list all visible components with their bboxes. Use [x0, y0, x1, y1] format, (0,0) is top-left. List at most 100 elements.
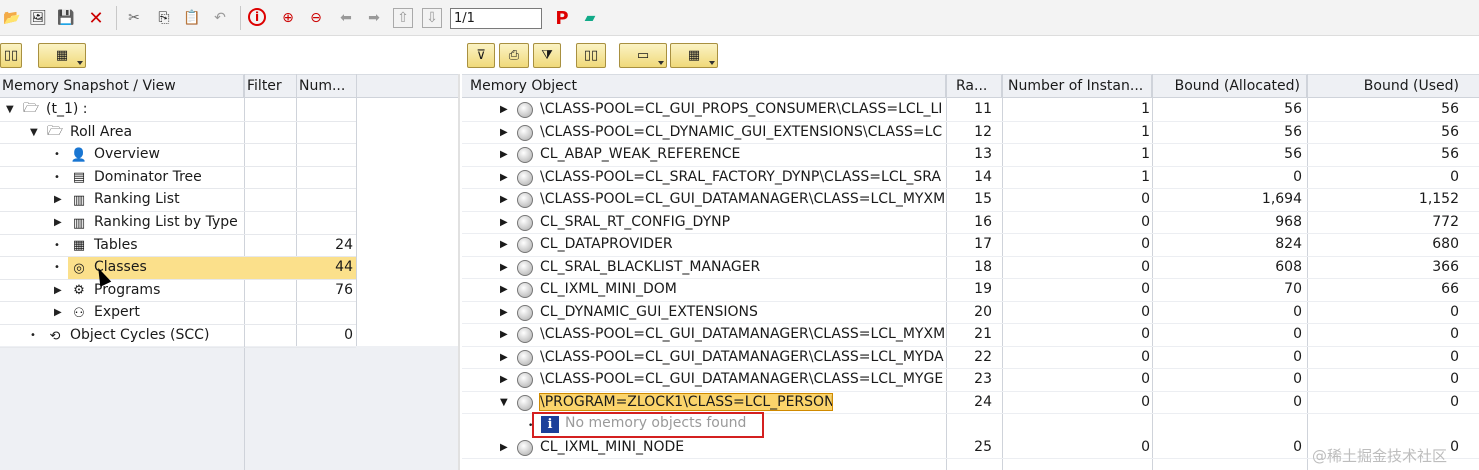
tree-row[interactable]: • ▦ Tables 24 — [0, 235, 356, 258]
expand-toggle-icon[interactable]: ▶ — [500, 217, 508, 228]
object-icon — [517, 327, 533, 343]
expand-toggle-icon[interactable]: ▶ — [500, 352, 508, 363]
find-icon-right[interactable]: ▯▯ — [576, 43, 606, 68]
print-p-icon[interactable]: P — [552, 8, 572, 29]
col-bound-allocated[interactable]: Bound (Allocated) — [1152, 75, 1307, 97]
table-row[interactable]: ▶ \CLASS-POOL=CL_GUI_DATAMANAGER\CLASS=LC… — [462, 189, 1479, 212]
arrow-down-icon[interactable]: ⇩ — [422, 8, 442, 28]
chart-icon[interactable]: ▰ — [580, 8, 600, 28]
col-instances[interactable]: Number of Instan... — [1002, 75, 1152, 97]
expand-toggle-icon[interactable]: ▶ — [54, 194, 62, 205]
tree-row[interactable]: ▶ ▥ Ranking List by Type — [0, 212, 356, 235]
tree-row[interactable]: • ◎ Classes 44 — [0, 257, 356, 280]
layout-icon-right[interactable]: ▦ — [670, 43, 718, 68]
print-icon[interactable]: ⎙ — [499, 43, 529, 68]
expand-toggle-icon[interactable]: ▼ — [500, 397, 508, 408]
cell-alloc: 968 — [1275, 213, 1302, 230]
cell-rank: 19 — [974, 281, 992, 297]
col-bound-used[interactable]: Bound (Used) — [1307, 75, 1465, 97]
tree-row[interactable]: ▶ ⚙ Programs 76 — [0, 280, 356, 303]
watermark: @稀土掘金技术社区 — [1312, 447, 1448, 465]
arrow-left-icon[interactable]: ⬅ — [336, 8, 356, 28]
zoom-out-icon[interactable]: ⊖ — [306, 8, 326, 28]
tree-label: Ranking List — [94, 191, 180, 208]
expand-toggle-icon[interactable]: ▶ — [500, 329, 508, 340]
export-icon[interactable]: ▭ — [619, 43, 667, 68]
screen-icon[interactable]: 🖼 — [28, 8, 48, 28]
left-empty-area — [0, 346, 458, 470]
paste-icon[interactable]: 📋 — [182, 8, 202, 28]
expand-toggle-icon[interactable]: • — [54, 262, 60, 273]
table-row[interactable]: ▶ CL_SRAL_BLACKLIST_MANAGER 18 0 608 366 — [462, 257, 1479, 279]
object-name: \CLASS-POOL=CL_DYNAMIC_GUI_EXTENSIONS\CL… — [540, 123, 943, 140]
tree-row[interactable]: ▶ ⚇ Expert — [0, 302, 356, 325]
table-row[interactable]: ▶ CL_ABAP_WEAK_REFERENCE 13 1 56 56 — [462, 144, 1479, 167]
filter-icon[interactable]: ⧩ — [533, 43, 561, 68]
copy-icon[interactable]: ⎘ — [154, 8, 174, 28]
expand-toggle-icon[interactable]: ▶ — [500, 442, 508, 453]
table-row[interactable]: ▶ CL_DATAPROVIDER 17 0 824 680 — [462, 234, 1479, 257]
table-row[interactable]: ▶ \CLASS-POOL=CL_SRAL_FACTORY_DYNP\CLASS=… — [462, 167, 1479, 189]
expand-toggle-icon[interactable]: • — [54, 172, 60, 183]
col-memory-object[interactable]: Memory Object — [462, 75, 946, 97]
page-field[interactable]: 1/1 — [450, 8, 542, 29]
table-row[interactable]: ▶ \CLASS-POOL=CL_GUI_PROPS_CONSUMER\CLASS… — [462, 99, 1479, 122]
sort-icon[interactable]: ⊽ — [467, 43, 495, 68]
expand-toggle-icon[interactable]: • — [30, 330, 36, 341]
expand-toggle-icon[interactable]: ▶ — [54, 217, 62, 228]
expand-toggle-icon[interactable]: ▶ — [500, 284, 508, 295]
expand-toggle-icon[interactable]: ▶ — [500, 149, 508, 160]
col-num[interactable]: Num... — [297, 75, 357, 97]
cell-inst: 0 — [1141, 348, 1150, 365]
expand-toggle-icon[interactable]: • — [54, 240, 60, 251]
layout-icon[interactable]: ▦ — [38, 43, 86, 68]
expand-toggle-icon[interactable]: ▶ — [500, 262, 508, 273]
expand-toggle-icon[interactable]: • — [54, 149, 60, 160]
undo-icon[interactable]: ↶ — [210, 8, 230, 28]
expand-toggle-icon[interactable]: ▶ — [500, 374, 508, 385]
open-icon[interactable]: 📂 — [2, 8, 22, 28]
info-icon[interactable]: i — [248, 8, 266, 26]
expand-toggle-icon[interactable]: ▶ — [500, 172, 508, 183]
col-view[interactable]: Memory Snapshot / View — [0, 75, 244, 97]
table-row[interactable]: ▶ CL_SRAL_RT_CONFIG_DYNP 16 0 968 772 — [462, 212, 1479, 234]
table-row[interactable]: ▶ \CLASS-POOL=CL_GUI_DATAMANAGER\CLASS=LC… — [462, 369, 1479, 392]
col-filter[interactable]: Filter — [245, 75, 297, 97]
object-name: CL_IXML_MINI_DOM — [540, 281, 677, 297]
delete-icon[interactable]: ✕ — [86, 8, 106, 29]
cut-icon[interactable]: ✂ — [124, 8, 144, 28]
table-row[interactable]: ▶ \CLASS-POOL=CL_GUI_DATAMANAGER\CLASS=LC… — [462, 347, 1479, 369]
cell-inst: 1 — [1141, 123, 1150, 140]
expand-toggle-icon[interactable]: ▶ — [500, 127, 508, 138]
expand-toggle-icon[interactable]: ▼ — [30, 127, 38, 138]
cell-inst: 1 — [1141, 146, 1150, 162]
arrow-right-icon[interactable]: ➡ — [364, 8, 384, 28]
col-rank[interactable]: Ra... — [946, 75, 1002, 97]
arrow-up-icon[interactable]: ⇧ — [393, 8, 413, 28]
cell-used: 0 — [1450, 303, 1459, 320]
save-icon[interactable]: 💾 — [56, 8, 76, 28]
tree-row[interactable]: • ⟲ Object Cycles (SCC) 0 — [0, 325, 356, 348]
object-icon — [517, 304, 533, 321]
find-icon[interactable]: ▯▯ — [0, 43, 22, 68]
table-row[interactable]: ▼ \PROGRAM=ZLOCK1\CLASS=LCL_PERSON 24 0 0 0 — [462, 392, 1479, 414]
cell-used: 680 — [1432, 236, 1459, 252]
table-row[interactable]: ▶ \CLASS-POOL=CL_GUI_DATAMANAGER\CLASS=LC… — [462, 324, 1479, 347]
table-row[interactable]: ▶ \CLASS-POOL=CL_DYNAMIC_GUI_EXTENSIONS\C… — [462, 122, 1479, 144]
expand-toggle-icon[interactable]: ▶ — [500, 194, 508, 205]
expand-toggle-icon[interactable]: ▶ — [500, 104, 508, 115]
tree-row[interactable]: ▼ 🗁 Roll Area — [0, 122, 356, 145]
table-row[interactable]: ▶ CL_DYNAMIC_GUI_EXTENSIONS 20 0 0 0 — [462, 302, 1479, 324]
expand-toggle-icon[interactable]: ▶ — [54, 285, 62, 296]
expand-toggle-icon[interactable]: ▶ — [500, 307, 508, 318]
tree-row[interactable]: ▼ 🗁 (t_1) : — [0, 99, 356, 122]
tree-row[interactable]: • ▤ Dominator Tree — [0, 167, 356, 190]
splitter[interactable] — [458, 74, 460, 470]
expand-toggle-icon[interactable]: ▼ — [6, 104, 14, 115]
zoom-in-icon[interactable]: ⊕ — [278, 8, 298, 28]
expand-toggle-icon[interactable]: ▶ — [54, 307, 62, 318]
tree-row[interactable]: • 👤 Overview — [0, 144, 356, 167]
table-row[interactable]: ▶ CL_IXML_MINI_DOM 19 0 70 66 — [462, 279, 1479, 302]
expand-toggle-icon[interactable]: ▶ — [500, 239, 508, 250]
tree-row[interactable]: ▶ ▥ Ranking List — [0, 189, 356, 212]
